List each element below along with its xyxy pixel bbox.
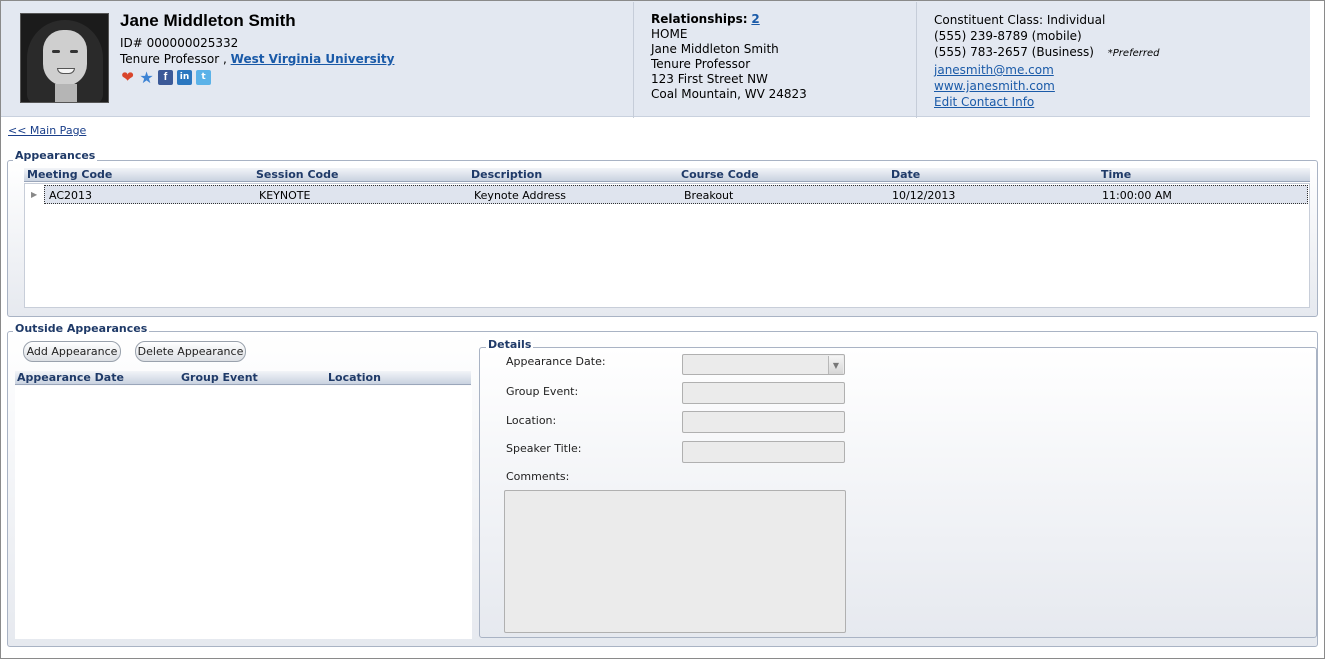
phone-mobile: (555) 239-8789 (mobile) (934, 29, 1082, 43)
profile-header: Jane Middleton Smith ID# 000000025332 Te… (1, 1, 1310, 118)
group-event-label: Group Event: (506, 385, 579, 398)
outside-appearances-title: Outside Appearances (13, 322, 150, 335)
header-divider (916, 2, 917, 118)
row-expand-icon[interactable]: ▶ (31, 190, 37, 199)
social-icons: ❤ ★ f in t (120, 68, 211, 87)
chevron-down-icon[interactable]: ▼ (828, 356, 843, 374)
constituent-id: ID# 000000025332 (120, 36, 239, 50)
col-group-event[interactable]: Group Event (181, 371, 258, 384)
add-appearance-button[interactable]: Add Appearance (23, 341, 121, 362)
heart-icon[interactable]: ❤ (120, 68, 135, 86)
appearances-title: Appearances (13, 149, 98, 162)
comments-label: Comments: (506, 470, 570, 483)
cell-date: 10/12/2013 (892, 189, 956, 202)
profile-photo (20, 13, 109, 103)
col-session-code[interactable]: Session Code (256, 168, 338, 181)
group-event-input[interactable] (682, 382, 845, 404)
col-date[interactable]: Date (891, 168, 920, 181)
appearance-date-dropdown[interactable]: ▼ (682, 354, 845, 375)
col-description[interactable]: Description (471, 168, 542, 181)
comments-textarea[interactable] (504, 490, 846, 633)
col-location[interactable]: Location (328, 371, 381, 384)
outside-appearances-grid-body (15, 386, 472, 639)
twitter-icon[interactable]: t (196, 69, 211, 85)
details-title: Details (486, 338, 534, 351)
cell-meeting-code: AC2013 (49, 189, 93, 202)
location-input[interactable] (682, 411, 845, 433)
address-name: Jane Middleton Smith (651, 42, 779, 56)
constituent-class: Constituent Class: Individual (934, 13, 1106, 27)
header-divider (633, 2, 634, 118)
facebook-icon[interactable]: f (158, 69, 173, 85)
appearances-grid-header: Meeting Code Session Code Description Co… (24, 168, 1310, 182)
location-label: Location: (506, 414, 557, 427)
constituent-title: Tenure Professor , (120, 52, 227, 66)
speaker-title-label: Speaker Title: (506, 442, 582, 455)
cell-time: 11:00:00 AM (1102, 189, 1172, 202)
phone-business: (555) 783-2657 (Business) (934, 45, 1094, 59)
cell-session-code: KEYNOTE (259, 189, 311, 202)
website-link[interactable]: www.janesmith.com (934, 79, 1055, 93)
contact-block: Constituent Class: Individual (555) 239-… (934, 12, 1159, 110)
col-time[interactable]: Time (1101, 168, 1131, 181)
cell-description: Keynote Address (474, 189, 567, 202)
constituent-title-line: Tenure Professor , West Virginia Univers… (120, 52, 394, 66)
address-title: Tenure Professor (651, 57, 751, 71)
appearance-date-label: Appearance Date: (506, 355, 606, 368)
address-city: Coal Mountain, WV 24823 (651, 87, 807, 101)
star-icon[interactable]: ★ (139, 68, 154, 87)
col-appearance-date[interactable]: Appearance Date (17, 371, 124, 384)
email-link[interactable]: janesmith@me.com (934, 63, 1054, 77)
table-row[interactable]: AC2013 KEYNOTE Keynote Address Breakout … (44, 185, 1308, 204)
col-meeting-code[interactable]: Meeting Code (27, 168, 112, 181)
address-street: 123 First Street NW (651, 72, 768, 86)
constituent-name: Jane Middleton Smith (120, 11, 296, 30)
edit-contact-link[interactable]: Edit Contact Info (934, 95, 1034, 109)
speaker-title-input[interactable] (682, 441, 845, 463)
relationships-label: Relationships: (651, 12, 748, 26)
organization-link[interactable]: West Virginia University (231, 52, 395, 66)
linkedin-icon[interactable]: in (177, 69, 192, 85)
preferred-label: *Preferred (1107, 48, 1160, 59)
relationships-block: Relationships: 2 HOME Jane Middleton Smi… (651, 12, 807, 102)
address-type: HOME (651, 27, 688, 41)
main-page-link[interactable]: << Main Page (8, 124, 86, 137)
cell-course-code: Breakout (684, 189, 734, 202)
delete-appearance-button[interactable]: Delete Appearance (135, 341, 246, 362)
col-course-code[interactable]: Course Code (681, 168, 759, 181)
relationships-count-link[interactable]: 2 (751, 12, 759, 26)
outside-appearances-grid-header: Appearance Date Group Event Location (15, 371, 471, 385)
